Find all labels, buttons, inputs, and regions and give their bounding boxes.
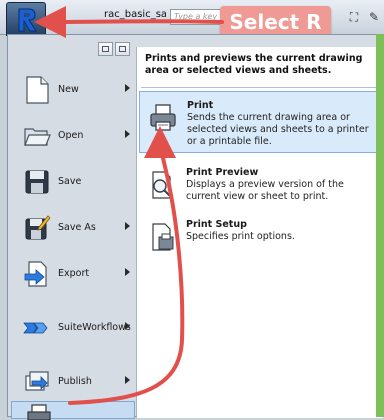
menu-item-label: Save <box>58 176 82 187</box>
menu-item-publish[interactable]: Publish <box>11 361 135 403</box>
application-menu: New Open Save Save As Export Suite Workf… <box>7 34 384 420</box>
publish-icon <box>25 371 49 391</box>
floppy-disk-icon <box>25 170 49 194</box>
application-menu-button[interactable] <box>6 2 46 36</box>
submenu-description: Prints and previews the current drawing … <box>145 53 363 76</box>
submenu-arrow-icon <box>125 268 130 276</box>
open-documents-icon[interactable] <box>115 42 130 56</box>
save-as-icon <box>25 215 51 240</box>
submenu-arrow-icon <box>125 84 130 92</box>
menu-item-export[interactable]: Export <box>11 253 135 295</box>
option-title: Print Preview <box>186 167 259 178</box>
menu-item-label: Export <box>58 268 90 279</box>
menu-item-save[interactable]: Save <box>11 161 135 203</box>
submenu-arrow-icon <box>125 130 130 138</box>
application-menu-commands: New Open Save Save As Export Suite Workf… <box>8 61 136 420</box>
tool-icon[interactable]: ✎ <box>366 9 382 25</box>
menu-item-label: New <box>58 84 79 95</box>
menu-item-label: Open <box>58 130 84 141</box>
submenu-arrow-icon <box>125 322 130 330</box>
option-description: Displays a preview version of the curren… <box>186 179 344 202</box>
option-description: Sends the current drawing area or select… <box>187 112 369 147</box>
folder-open-icon <box>24 128 51 146</box>
recent-documents-icon[interactable] <box>98 42 113 56</box>
print-preview-option[interactable]: Print Preview Displays a preview version… <box>139 159 379 217</box>
submenu-arrow-icon <box>125 376 130 384</box>
quick-access-toolbar: ▸▸ rac_basic_sa Type a key ⛶ ✎ Select R <box>0 0 384 38</box>
print-option[interactable]: Print Sends the current drawing area or … <box>139 91 379 153</box>
option-title: Print Setup <box>186 219 247 230</box>
print-icon <box>27 404 51 420</box>
submenu-arrow-icon <box>125 222 130 230</box>
menu-item-label: Save As <box>58 222 96 233</box>
print-preview-icon <box>152 171 171 199</box>
option-title: Print <box>187 100 214 111</box>
print-submenu: Prints and previews the current drawing … <box>136 47 383 418</box>
menu-item-open[interactable]: Open <box>11 115 135 157</box>
divider <box>141 87 381 88</box>
printer-icon <box>150 104 176 131</box>
revit-logo-icon <box>18 8 37 32</box>
menu-item-label: Suite Workflows <box>58 322 131 333</box>
window-edge <box>376 34 384 417</box>
print-setup-icon <box>152 223 174 251</box>
search-input[interactable]: Type a key <box>170 9 222 25</box>
document-title: rac_basic_sa <box>104 9 166 20</box>
menu-item-new[interactable]: New <box>11 69 135 111</box>
menu-view-toggle <box>98 42 134 58</box>
menu-item-save-as[interactable]: Save As <box>11 207 135 249</box>
menu-item-label: Publish <box>58 376 92 387</box>
suite-workflows-icon <box>23 322 48 334</box>
quick-access-expand-arrows[interactable]: ▸▸ <box>50 10 68 24</box>
export-icon <box>24 261 47 287</box>
option-description: Specifies print options. <box>186 231 295 242</box>
menu-item-suite-workflows[interactable]: Suite Workflows <box>11 307 135 349</box>
new-file-icon <box>26 76 49 104</box>
print-setup-option[interactable]: Print Setup Specifies print options. <box>139 211 379 269</box>
binoculars-icon[interactable]: ⛶ <box>346 9 362 25</box>
menu-item-print[interactable] <box>11 401 135 420</box>
